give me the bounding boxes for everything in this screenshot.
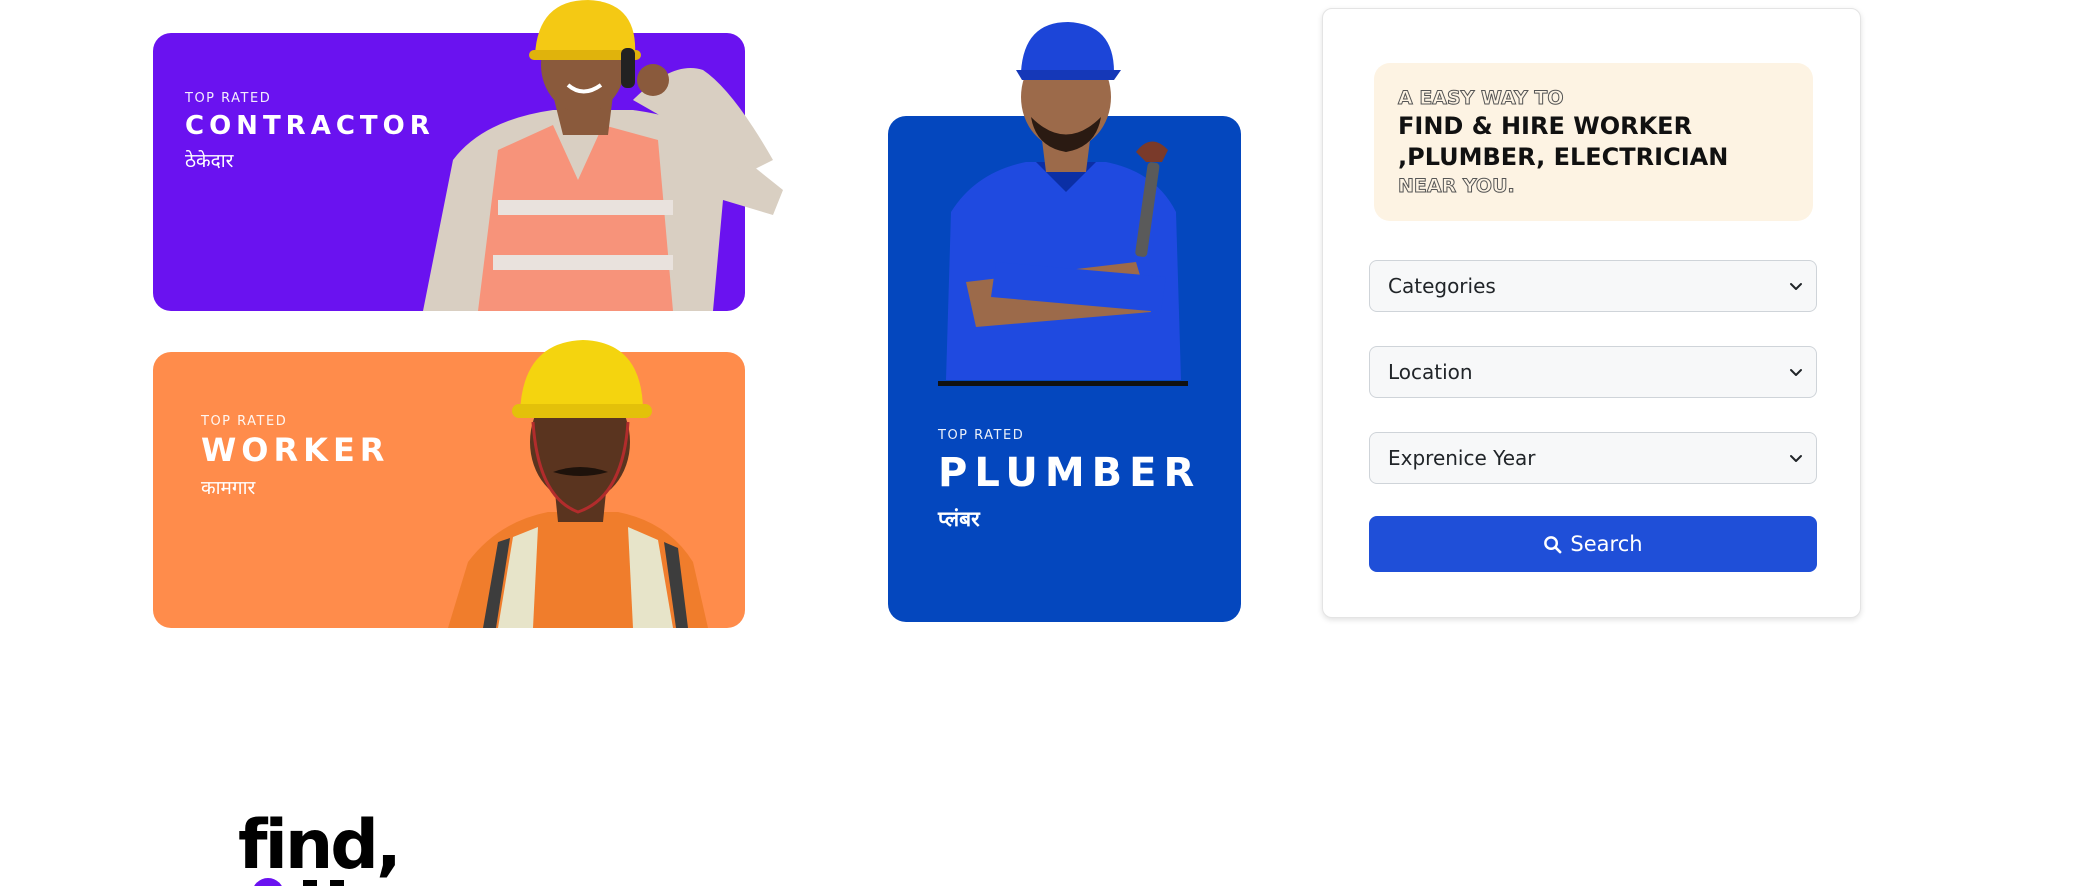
contractor-local-name: ठेकेदार [185,149,234,172]
worker-banner[interactable]: TOP RATED WORKER कामगार [153,340,745,628]
tagline-main: FIND & HIRE WORKER ,PLUMBER, ELECTRICIAN [1398,112,1729,171]
search-icon [1544,535,1562,553]
experience-year-select[interactable]: Exprenice Year [1369,432,1817,484]
contractor-banner-text: TOP RATED CONTRACTOR ठेकेदार [185,91,435,173]
plumber-divider [938,381,1188,386]
tagline-bottom: NEAR YOU. [1398,175,1516,198]
worker-eyebrow: TOP RATED [201,414,288,429]
tagline-box: A EASY WAY TO FIND & HIRE WORKER ,PLUMBE… [1374,63,1813,221]
plumber-photo [946,22,1181,380]
search-panel: A EASY WAY TO FIND & HIRE WORKER ,PLUMBE… [1322,8,1861,618]
categories-select-value: Categories [1388,274,1496,298]
plumber-banner[interactable]: TOP RATED PLUMBER प्लंबर [888,22,1241,622]
experience-year-select-value: Exprenice Year [1388,446,1536,470]
location-select-value: Location [1388,360,1473,384]
categories-select[interactable]: Categories [1369,260,1817,312]
search-button[interactable]: Search [1369,516,1817,572]
chevron-down-icon [1790,283,1802,290]
location-select[interactable]: Location [1369,346,1817,398]
worker-title: WORKER [201,431,390,469]
plumber-title: PLUMBER [938,450,1202,496]
chevron-down-icon [1790,369,1802,376]
contractor-title: CONTRACTOR [185,111,435,141]
worker-banner-text: TOP RATED WORKER कामगार [201,414,389,500]
worker-photo [448,340,708,628]
search-button-label: Search [1570,532,1643,556]
contractor-banner[interactable]: TOP RATED CONTRACTOR ठेकेदार [153,0,783,311]
plumber-banner-text: TOP RATED PLUMBER प्लंबर [938,428,1201,533]
worker-local-name: कामगार [201,477,256,500]
footer-logo-fragment [254,878,344,886]
chevron-down-icon [1790,455,1802,462]
page: TOP RATED CONTRACTOR ठेकेदार TOP RATED W… [0,0,2098,886]
tagline-top: A EASY WAY TO [1398,87,1565,110]
plumber-eyebrow: TOP RATED [938,428,1025,443]
contractor-eyebrow: TOP RATED [185,91,272,106]
plumber-local-name: प्लंबर [938,507,980,531]
contractor-photo [423,0,783,311]
footer-logo: find, [238,806,402,885]
